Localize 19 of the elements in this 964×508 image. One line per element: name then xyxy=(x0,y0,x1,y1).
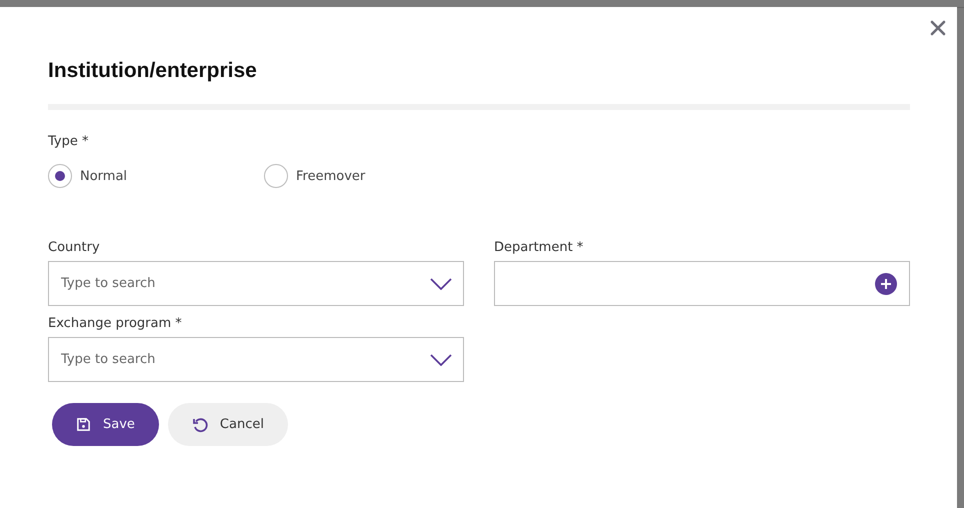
input-field[interactable] xyxy=(494,261,910,306)
chevron-down-icon xyxy=(430,278,452,290)
radio-button[interactable] xyxy=(48,164,72,188)
search-dropdown[interactable]: Type to search xyxy=(48,261,464,306)
cancel-button[interactable]: Cancel xyxy=(168,403,288,446)
field-label: Exchange program * xyxy=(48,316,183,333)
field-label: Type * xyxy=(48,134,90,151)
undo-icon xyxy=(192,416,208,432)
save-button[interactable]: Save xyxy=(52,403,159,446)
dialog-title: Institution/enterprise xyxy=(48,59,258,84)
radio-option[interactable]: Normal xyxy=(48,162,264,190)
close-button[interactable] xyxy=(929,19,947,37)
field-label: Country xyxy=(48,240,101,257)
radio-button[interactable] xyxy=(264,164,288,188)
radio-option[interactable]: Freemover xyxy=(264,162,480,190)
field-label: Department * xyxy=(494,240,584,257)
add-icon[interactable] xyxy=(875,272,897,294)
chevron-down-icon xyxy=(430,354,452,366)
search-dropdown[interactable]: Type to search xyxy=(48,337,464,382)
